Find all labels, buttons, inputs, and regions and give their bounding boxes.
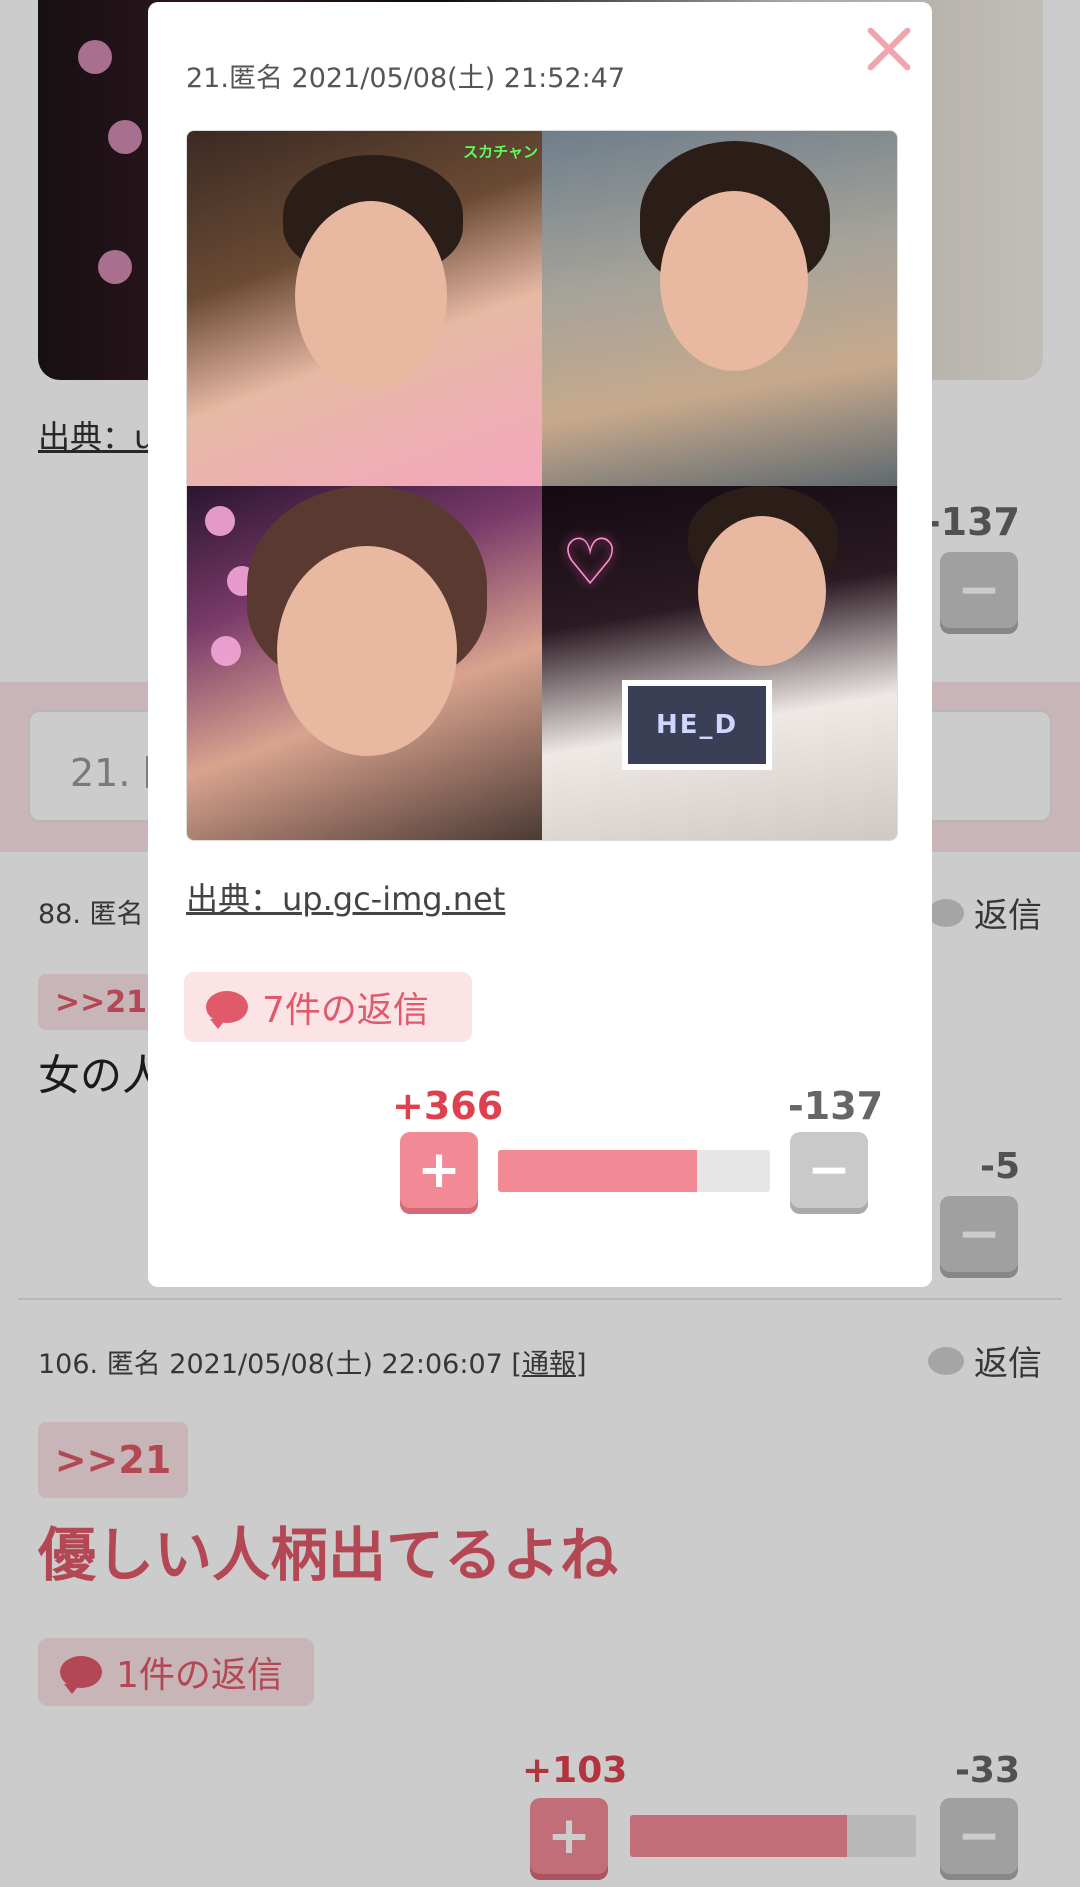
comment-popup: 21.匿名 2021/05/08(土) 21:52:47 スカチャン ♡ HE_… [148, 2, 932, 1287]
popup-vote-ratio-fill [498, 1150, 697, 1192]
image-panel-top-right [542, 131, 897, 486]
heart-icon: ♡ [561, 525, 619, 600]
popup-minus-button[interactable]: − [790, 1132, 868, 1208]
popup-plus-count: +366 [392, 1084, 504, 1128]
popup-plus-button[interactable]: + [400, 1132, 478, 1208]
popup-comment-image[interactable]: スカチャン ♡ HE_D [186, 130, 898, 841]
close-icon[interactable] [858, 20, 918, 80]
image-panel-bottom-right: ♡ HE_D [542, 485, 897, 840]
popup-comment-meta: 21.匿名 2021/05/08(土) 21:52:47 [186, 63, 626, 94]
popup-source-link[interactable]: 出典：up.gc-img.net [186, 874, 505, 920]
image-panel-bottom-left [187, 485, 542, 840]
popup-minus-count: -137 [788, 1084, 884, 1128]
image-panel-top-left: スカチャン [187, 131, 542, 486]
popup-replies-label: 7件の返信 [262, 990, 429, 1031]
popup-replies-button[interactable]: 7件の返信 [184, 972, 472, 1042]
speech-bubble-icon [206, 991, 248, 1029]
popup-vote-ratio-bar [498, 1150, 770, 1192]
